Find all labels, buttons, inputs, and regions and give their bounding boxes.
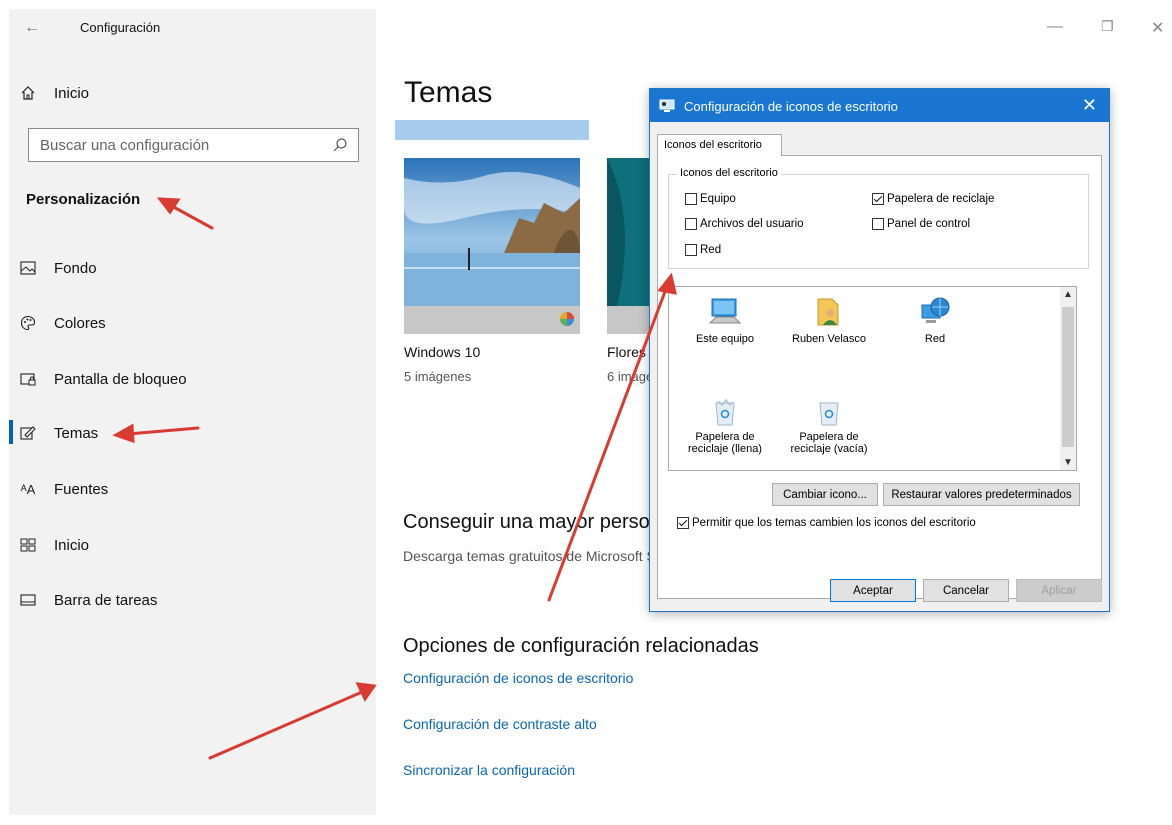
sidebar-item-inicio[interactable]: Inicio [18,533,89,557]
sidebar-item-label: Pantalla de bloqueo [54,370,187,388]
checkbox-box[interactable] [685,218,697,230]
dialog-app-icon [659,98,675,117]
cancel-button[interactable]: Cancelar [923,579,1009,602]
taskbar-icon [18,594,38,606]
list-item[interactable]: Ruben Velasco [783,295,875,345]
scroll-down-icon[interactable]: ▼ [1063,457,1073,468]
checkbox-box[interactable] [685,244,697,256]
theme-thumbnail-image [404,158,580,334]
minimize-button[interactable]: — [1047,18,1063,36]
restore-defaults-button[interactable]: Restaurar valores predeterminados [883,483,1080,506]
network-icon [921,297,950,323]
search-placeholder: Buscar una configuración [40,137,210,154]
sidebar-item-temas[interactable]: Temas [18,421,98,445]
checkbox-label: Red [700,244,722,256]
theme-card-windows-10[interactable] [404,158,580,334]
ok-button[interactable]: Aceptar [830,579,916,602]
lock-screen-icon [18,372,38,386]
checkbox-papelera[interactable]: Papelera de reciclaje [872,193,994,205]
home-icon [18,85,38,101]
restore-button[interactable]: ❐ [1101,18,1114,35]
dialog-titlebar[interactable]: Configuración de iconos de escritorio ✕ [650,89,1109,122]
scroll-up-icon[interactable]: ▲ [1063,289,1073,300]
scroll-thumb[interactable] [1062,307,1074,447]
recycle-bin-full-icon [715,398,735,426]
back-arrow-icon[interactable]: ← [24,19,40,37]
sidebar-item-label: Barra de tareas [54,591,158,609]
tab-desktop-icons[interactable]: Iconos del escritorio [657,134,782,156]
checkbox-label: Papelera de reciclaje [887,193,995,205]
checkbox-label: Archivos del usuario [700,218,804,230]
page-title: Temas [404,76,493,109]
icon-list-scrollbar[interactable]: ▲ ▼ [1060,287,1076,470]
tab-label: Iconos del escritorio [664,139,762,151]
brush-icon [18,425,38,441]
apply-button[interactable]: Aplicar [1016,579,1102,602]
sidebar-item-barra-de-tareas[interactable]: Barra de tareas [18,588,157,612]
start-grid-icon [18,538,38,552]
search-icon[interactable] [332,137,348,158]
checkbox-red[interactable]: Red [685,244,721,256]
section-title: Personalización [26,191,141,208]
active-indicator [9,420,13,444]
sync-settings-link[interactable]: Sincronizar la configuración [403,762,575,778]
user-folder-icon [817,298,839,326]
dialog-title: Configuración de iconos de escritorio [684,99,898,114]
theme-image-count: 5 imágenes [404,369,472,384]
theme-name: Windows 10 [404,344,481,360]
recycle-bin-empty-icon [819,402,839,426]
sidebar-item-label: Fondo [54,259,97,277]
desktop-icon-settings-dialog: Configuración de iconos de escritorio ✕ … [649,88,1110,612]
list-item[interactable]: Este equipo [679,295,771,345]
desktop-icon-list[interactable]: Este equipo Ruben Velasco Red Papelera d… [668,286,1077,471]
sidebar-item-colores[interactable]: Colores [18,311,106,335]
sidebar-item-label: Inicio [54,536,90,554]
app-title: Configuración [80,20,161,35]
group-label: Iconos del escritorio [677,167,781,179]
dialog-close-icon[interactable]: ✕ [1082,95,1097,116]
picture-icon [18,261,38,275]
sidebar-item-fuentes[interactable]: ᴬA Fuentes [18,477,108,501]
checkbox-label: Panel de control [887,218,971,230]
theme-image-count: 6 imágenes [607,369,649,384]
list-item[interactable]: Papelera de reciclaje (vacía) [783,397,875,455]
sidebar-item-label: Temas [54,424,99,442]
sidebar-item-fondo[interactable]: Fondo [18,256,97,280]
computer-icon [708,298,742,324]
icon-label: Red [924,333,946,345]
icon-label: Ruben Velasco [792,333,866,345]
checkbox-box[interactable] [872,218,884,230]
icon-label: Papelera de reciclaje (llena) [688,431,762,455]
desktop-icon-settings-link[interactable]: Configuración de iconos de escritorio [403,670,633,686]
list-item[interactable]: Red [889,295,981,345]
checkbox-box[interactable] [685,193,697,205]
icon-label: Este equipo [695,333,755,345]
icon-label: Papelera de reciclaje (vacía) [790,431,868,455]
checkbox-label: Equipo [700,193,736,205]
checkbox-archivos-usuario[interactable]: Archivos del usuario [685,218,804,230]
checkbox-panel-control[interactable]: Panel de control [872,218,970,230]
close-button[interactable]: ✕ [1151,18,1164,38]
allow-themes-checkbox[interactable]: Permitir que los temas cambien los icono… [677,517,976,529]
checkbox-equipo[interactable]: Equipo [685,193,736,205]
sidebar-item-label: Fuentes [54,480,109,498]
related-settings-heading: Opciones de configuración relacionadas [403,635,759,657]
search-input[interactable]: Buscar una configuración [28,128,359,162]
sidebar-item-label: Colores [54,314,106,332]
store-description: Descarga temas gratuitos de Microsoft St… [403,548,681,564]
desktop-icons-group: Iconos del escritorio Equipo Papelera de… [668,167,1089,269]
checkbox-label: Permitir que los temas cambien los icono… [692,517,976,529]
sidebar-item-home[interactable]: Inicio [18,81,89,105]
high-contrast-settings-link[interactable]: Configuración de contraste alto [403,716,597,732]
change-icon-button[interactable]: Cambiar icono... [772,483,878,506]
checkbox-box-checked[interactable] [872,193,884,205]
checkbox-box-checked[interactable] [677,517,689,529]
font-icon: ᴬA [20,481,36,497]
sidebar-item-pantalla-de-bloqueo[interactable]: Pantalla de bloqueo [18,367,187,391]
current-theme-preview[interactable] [395,120,589,140]
palette-icon [18,315,38,331]
sidebar-item-label: Inicio [54,84,90,102]
theme-name: Flores [607,344,646,360]
list-item[interactable]: Papelera de reciclaje (llena) [679,397,771,455]
